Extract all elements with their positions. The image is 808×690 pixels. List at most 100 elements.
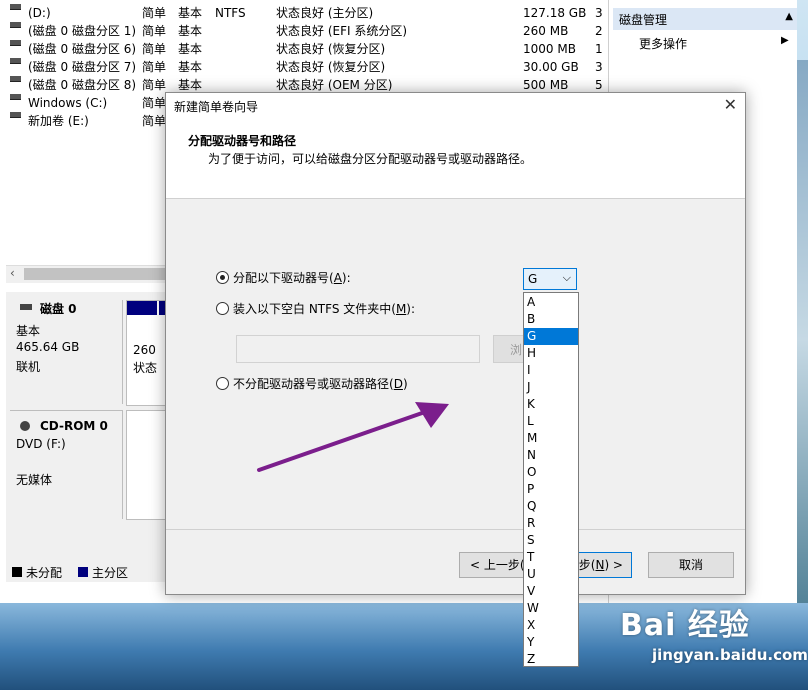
watermark-url: jingyan.baidu.com — [652, 646, 808, 664]
dropdown-option[interactable]: O — [524, 464, 578, 481]
annotation-arrow — [257, 402, 449, 472]
partition-band — [127, 301, 157, 315]
volume-status: 状态良好 (恢复分区) — [276, 60, 386, 74]
more-actions-item[interactable]: 更多操作 — [639, 35, 687, 52]
primary-swatch — [78, 567, 88, 577]
volume-name: (磁盘 0 磁盘分区 1) — [28, 24, 137, 38]
drive-icon — [10, 58, 21, 64]
volume-name: (磁盘 0 磁盘分区 7) — [28, 60, 137, 74]
new-simple-volume-wizard: 新建简单卷向导 ✕ 分配驱动器号和路径 为了便于访问，可以给磁盘分区分配驱动器号… — [165, 92, 746, 595]
actions-header-label: 磁盘管理 — [619, 13, 668, 27]
dropdown-option[interactable]: G — [524, 328, 578, 345]
dropdown-option[interactable]: R — [524, 515, 578, 532]
scroll-thumb[interactable] — [24, 268, 166, 280]
cdrom-card[interactable]: CD-ROM 0 DVD (F:) 无媒体 — [10, 410, 123, 519]
assign-letter-radio[interactable] — [216, 271, 229, 284]
wizard-body: 分配以下驱动器号(A): G ⌵ 装入以下空白 NTFS 文件夹中(M): 浏 … — [166, 199, 745, 530]
volume-capacity: 127.18 GB — [523, 6, 587, 20]
folder-path-input[interactable] — [236, 335, 480, 363]
dropdown-option[interactable]: K — [524, 396, 578, 413]
dropdown-option[interactable]: N — [524, 447, 578, 464]
disk0-card[interactable]: 磁盘 0 基本 465.64 GB 联机 — [10, 300, 123, 404]
volume-layout: 简单 — [142, 96, 167, 110]
dropdown-option[interactable]: J — [524, 379, 578, 396]
volume-name: (磁盘 0 磁盘分区 6) — [28, 42, 137, 56]
table-row[interactable]: (磁盘 0 磁盘分区 7) 简单 基本 状态良好 (恢复分区) 30.00 GB 3 — [6, 58, 606, 76]
disk0-type: 基本 — [16, 324, 41, 338]
no-letter-radio[interactable] — [216, 377, 229, 390]
dropdown-option[interactable]: V — [524, 583, 578, 600]
volume-free: 2 — [595, 24, 603, 38]
partition-status: 状态 — [133, 361, 158, 375]
drive-icon — [10, 76, 21, 82]
dropdown-option[interactable]: S — [524, 532, 578, 549]
volume-fs: NTFS — [215, 6, 246, 20]
dropdown-option[interactable]: U — [524, 566, 578, 583]
volume-status: 状态良好 (主分区) — [276, 6, 374, 20]
volume-layout: 简单 — [142, 114, 167, 128]
wizard-header: 新建简单卷向导 ✕ 分配驱动器号和路径 为了便于访问，可以给磁盘分区分配驱动器号… — [166, 93, 745, 199]
watermark-brand: Bai 经验 — [620, 608, 750, 643]
mount-folder-label[interactable]: 装入以下空白 NTFS 文件夹中(M): — [233, 300, 415, 317]
assign-letter-label[interactable]: 分配以下驱动器号(A): — [233, 269, 351, 286]
cdrom-drive: DVD (F:) — [16, 437, 66, 451]
dropdown-option[interactable]: B — [524, 311, 578, 328]
horizontal-scrollbar[interactable]: ‹ — [6, 265, 166, 283]
dropdown-option[interactable]: X — [524, 617, 578, 634]
wizard-heading: 分配驱动器号和路径 — [188, 134, 297, 148]
drive-letter-select[interactable]: G ⌵ — [523, 268, 577, 290]
legend-unallocated: 未分配 — [26, 566, 63, 580]
drive-letter-dropdown-list[interactable]: ABGHIJKLMNOPQRSTUVWXYZ — [523, 292, 579, 667]
volume-type: 基本 — [178, 42, 203, 56]
browse-button[interactable]: 浏 — [493, 335, 527, 363]
dropdown-option[interactable]: Q — [524, 498, 578, 515]
volume-layout: 简单 — [142, 60, 167, 74]
dropdown-option[interactable]: I — [524, 362, 578, 379]
mount-folder-radio[interactable] — [216, 302, 229, 315]
scroll-left-icon[interactable]: ‹ — [10, 266, 15, 280]
legend: 未分配 主分区 — [6, 563, 166, 581]
submenu-arrow-icon: ▶ — [781, 35, 789, 46]
drive-icon — [10, 4, 21, 10]
volume-layout: 简单 — [142, 42, 167, 56]
cdrom-icon — [20, 421, 30, 431]
disk0-state: 联机 — [16, 360, 41, 374]
unallocated-swatch — [12, 567, 22, 577]
table-row[interactable]: (D:) 简单 基本 NTFS 状态良好 (主分区) 127.18 GB 3 — [6, 4, 606, 22]
volume-name: (D:) — [28, 6, 51, 20]
volume-status: 状态良好 (EFI 系统分区) — [276, 24, 408, 38]
volume-type: 基本 — [178, 6, 203, 20]
volume-free: 3 — [595, 60, 603, 74]
volume-layout: 简单 — [142, 24, 167, 38]
volume-capacity: 260 MB — [523, 24, 569, 38]
volume-name: (磁盘 0 磁盘分区 8) — [28, 78, 137, 92]
chevron-down-icon: ⌵ — [562, 271, 571, 284]
disk-icon — [20, 304, 32, 310]
dropdown-option[interactable]: Y — [524, 634, 578, 651]
table-row[interactable]: (磁盘 0 磁盘分区 6) 简单 基本 状态良好 (恢复分区) 1000 MB 1 — [6, 40, 606, 58]
dropdown-option[interactable]: P — [524, 481, 578, 498]
cancel-button[interactable]: 取消 — [648, 552, 734, 578]
dropdown-option[interactable]: Z — [524, 651, 578, 668]
dropdown-option[interactable]: T — [524, 549, 578, 566]
actions-header[interactable]: 磁盘管理 ▲ — [613, 8, 797, 30]
dropdown-option[interactable]: H — [524, 345, 578, 362]
selected-letter: G — [528, 272, 538, 286]
no-letter-label[interactable]: 不分配驱动器号或驱动器路径(D) — [233, 375, 408, 392]
dropdown-option[interactable]: M — [524, 430, 578, 447]
volume-capacity: 1000 MB — [523, 42, 576, 56]
volume-name: Windows (C:) — [28, 96, 108, 110]
table-row[interactable]: (磁盘 0 磁盘分区 1) 简单 基本 状态良好 (EFI 系统分区) 260 MB 2 — [6, 22, 606, 40]
volume-name: 新加卷 (E:) — [28, 114, 89, 128]
dropdown-option[interactable]: A — [524, 294, 578, 311]
legend-primary: 主分区 — [92, 566, 129, 580]
wizard-footer: < 上一步( 步(N) > 取消 — [166, 530, 745, 594]
close-icon[interactable]: ✕ — [724, 95, 737, 114]
volume-status: 状态良好 (恢复分区) — [276, 42, 386, 56]
volume-type: 基本 — [178, 24, 203, 38]
dropdown-option[interactable]: L — [524, 413, 578, 430]
dropdown-option[interactable]: W — [524, 600, 578, 617]
drive-icon — [10, 22, 21, 28]
wizard-title: 新建简单卷向导 — [174, 100, 259, 114]
collapse-icon[interactable]: ▲ — [785, 11, 793, 22]
